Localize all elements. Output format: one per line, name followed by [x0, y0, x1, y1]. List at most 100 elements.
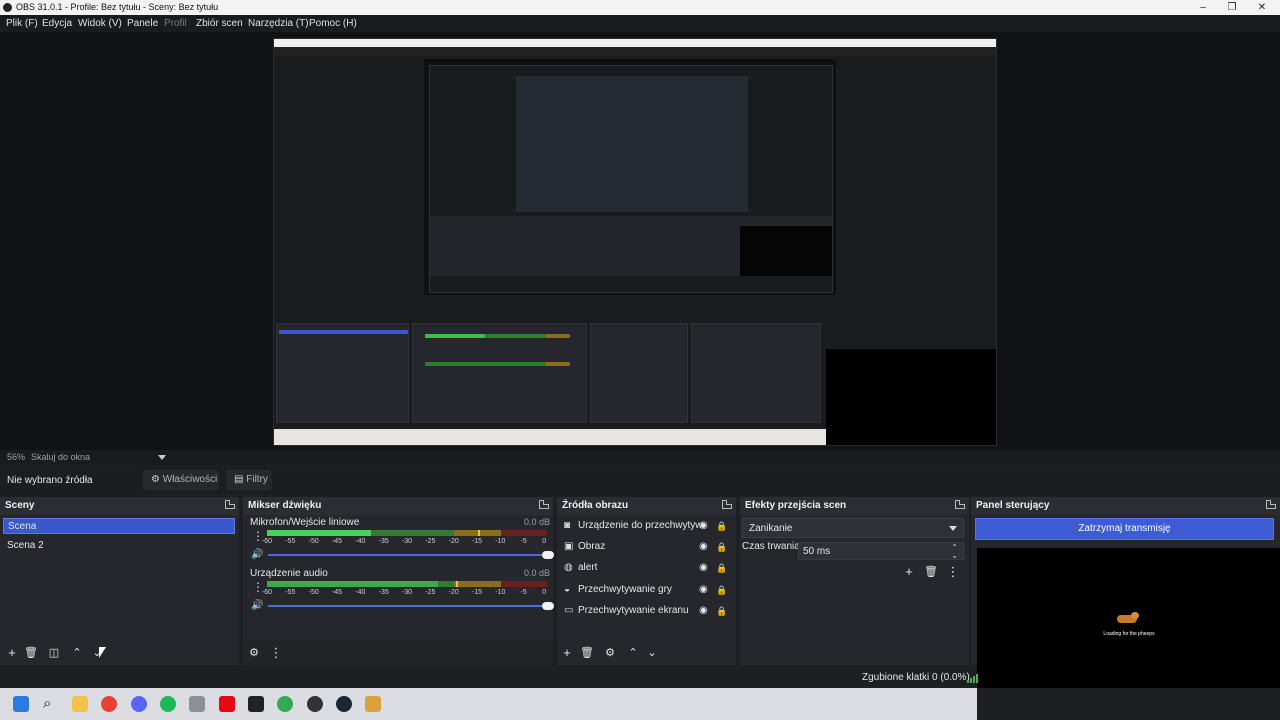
chrome-icon[interactable]	[277, 696, 293, 712]
chevron-down-icon[interactable]	[158, 455, 166, 460]
channel-menu-icon[interactable]: ⋮	[252, 530, 264, 542]
discord-icon[interactable]	[131, 696, 147, 712]
sources-dock: Źródła obrazu ◙ Urządzenie do przechwyty…	[557, 497, 736, 665]
menu-edit[interactable]: Edycja	[42, 18, 72, 29]
scene-item[interactable]: Scena 2	[3, 538, 235, 554]
mixer-menu-icon[interactable]: ⋮	[269, 646, 283, 660]
zoom-level: 56%	[7, 452, 26, 462]
channel-menu-icon[interactable]: ⋮	[252, 581, 264, 593]
eye-icon[interactable]: ◉	[699, 584, 711, 596]
volume-slider-knob[interactable]	[542, 602, 554, 610]
source-item[interactable]: ◍ alert ◉ 🔒	[561, 559, 733, 577]
menu-scene-collection[interactable]: Zbiór scen	[196, 18, 243, 29]
chevron-down-icon	[949, 526, 957, 531]
chevron-down-icon[interactable]: ⌄	[951, 551, 958, 560]
eye-icon[interactable]: ◉	[699, 562, 711, 574]
source-item[interactable]: ◒ Przechwytywanie gry ◉ 🔒	[561, 581, 733, 599]
chrome-icon[interactable]	[101, 696, 117, 712]
properties-label: Właściwości	[162, 474, 218, 485]
remove-scene-icon[interactable]: 🗑	[24, 646, 38, 660]
preview-recursive-capture	[273, 38, 997, 446]
file-explorer-icon[interactable]	[72, 696, 88, 712]
lock-icon[interactable]: 🔒	[716, 520, 727, 532]
advanced-audio-icon[interactable]: ⚙	[247, 646, 261, 660]
menu-profile[interactable]: Profil	[164, 18, 187, 29]
lock-icon[interactable]: 🔒	[716, 541, 727, 553]
loading-text: Loading for the pheeps	[1103, 631, 1155, 637]
gear-icon: ⚙	[151, 474, 160, 485]
maximize-button[interactable]: ❐	[1225, 1, 1239, 14]
duration-label: Czas trwania	[742, 541, 800, 552]
minimize-button[interactable]: –	[1196, 1, 1210, 14]
scene-filters-icon[interactable]: ◫	[47, 646, 61, 660]
menu-help[interactable]: Pomoc (H)	[309, 18, 357, 29]
scenes-dock: Sceny Scena Scena 2 + 🗑 ◫ ⌃ ⌄	[0, 497, 239, 665]
undock-icon[interactable]	[539, 500, 549, 509]
windows-start-icon[interactable]	[13, 696, 29, 712]
meter-level	[267, 530, 371, 536]
menu-tools[interactable]: Narzędzia (T)	[248, 18, 309, 29]
remove-transition-icon[interactable]: 🗑	[924, 565, 938, 579]
mixer-title: Mikser dźwięku	[248, 500, 322, 511]
properties-button[interactable]: ⚙ Właściwości	[143, 470, 219, 490]
add-source-icon[interactable]: +	[560, 646, 574, 660]
app-icon[interactable]	[365, 696, 381, 712]
stop-streaming-button[interactable]: Zatrzymaj transmisję	[975, 518, 1274, 540]
window-title: OBS 31.0.1 - Profile: Bez tytułu - Sceny…	[16, 2, 219, 12]
signal-icon	[967, 673, 978, 683]
meter-peak	[478, 530, 481, 536]
lock-icon[interactable]: 🔒	[716, 584, 727, 596]
add-transition-icon[interactable]: +	[902, 565, 916, 579]
mouse-cursor	[99, 647, 106, 658]
speaker-icon[interactable]: 🔊	[251, 601, 263, 611]
transition-select[interactable]: Zanikanie	[742, 518, 964, 538]
undock-icon[interactable]	[722, 500, 732, 509]
eye-icon[interactable]: ◉	[699, 605, 711, 617]
netflix-icon[interactable]	[219, 696, 235, 712]
lock-icon[interactable]: 🔒	[716, 605, 727, 617]
source-item[interactable]: ▣ Obraz ◉ 🔒	[561, 538, 733, 556]
volume-slider-knob[interactable]	[542, 551, 554, 559]
steam-icon[interactable]	[336, 696, 352, 712]
lock-icon[interactable]: 🔒	[716, 562, 727, 574]
controls-title: Panel sterujący	[976, 500, 1050, 511]
filters-button[interactable]: ▤ Filtry	[226, 470, 272, 490]
speaker-icon[interactable]: 🔊	[251, 550, 263, 560]
close-button[interactable]: ✕	[1255, 1, 1269, 14]
eye-icon[interactable]: ◉	[699, 520, 711, 532]
source-properties-icon[interactable]: ⚙	[603, 646, 617, 660]
meter-ticks: -60 -55 -50 -45 -40 -35 -30 -25 -20 -15 -10 -5 0	[261, 589, 547, 596]
obs-icon[interactable]	[307, 696, 323, 712]
menu-view[interactable]: Widok (V)	[78, 18, 122, 29]
menu-docks[interactable]: Panele	[127, 18, 158, 29]
undock-icon[interactable]	[1266, 500, 1276, 509]
search-icon[interactable]: ⌕	[43, 696, 59, 712]
menu-file[interactable]: Plik (F)	[6, 18, 38, 29]
app-icon[interactable]	[189, 696, 205, 712]
volume-slider[interactable]	[268, 551, 554, 559]
move-up-icon[interactable]: ⌃	[626, 646, 640, 660]
channel-db: 0.0 dB	[523, 517, 550, 527]
scale-mode-select[interactable]: Skaluj do okna	[31, 452, 90, 462]
source-item[interactable]: ▭ Przechwytywanie ekranu ◉ 🔒	[561, 602, 733, 620]
duration-input[interactable]: 50 ms ⌃ ⌄	[798, 542, 964, 560]
source-item[interactable]: ◙ Urządzenie do przechwytywania wideo ◉ …	[561, 517, 733, 535]
spotify-icon[interactable]	[160, 696, 176, 712]
move-up-icon[interactable]: ⌃	[70, 646, 84, 660]
title-bar: OBS 31.0.1 - Profile: Bez tytułu - Sceny…	[0, 0, 1280, 15]
eye-icon[interactable]: ◉	[699, 541, 711, 553]
move-down-icon[interactable]: ⌄	[645, 646, 659, 660]
meter-level	[267, 581, 438, 587]
browser-overlay-preview: Loading for the pheeps	[977, 548, 1280, 688]
add-scene-icon[interactable]: +	[5, 646, 19, 660]
remove-source-icon[interactable]: 🗑	[580, 646, 594, 660]
undock-icon[interactable]	[955, 500, 965, 509]
scene-item[interactable]: Scena	[3, 518, 235, 534]
meter-ticks: -60 -55 -50 -45 -40 -35 -30 -25 -20 -15 -10 -5 0	[261, 538, 547, 545]
monitor-icon: ▭	[564, 605, 574, 616]
meter-peak	[456, 581, 458, 587]
volume-slider[interactable]	[268, 602, 554, 610]
epic-games-icon[interactable]	[248, 696, 264, 712]
undock-icon[interactable]	[225, 500, 235, 509]
transition-menu-icon[interactable]: ⋮	[946, 565, 960, 579]
